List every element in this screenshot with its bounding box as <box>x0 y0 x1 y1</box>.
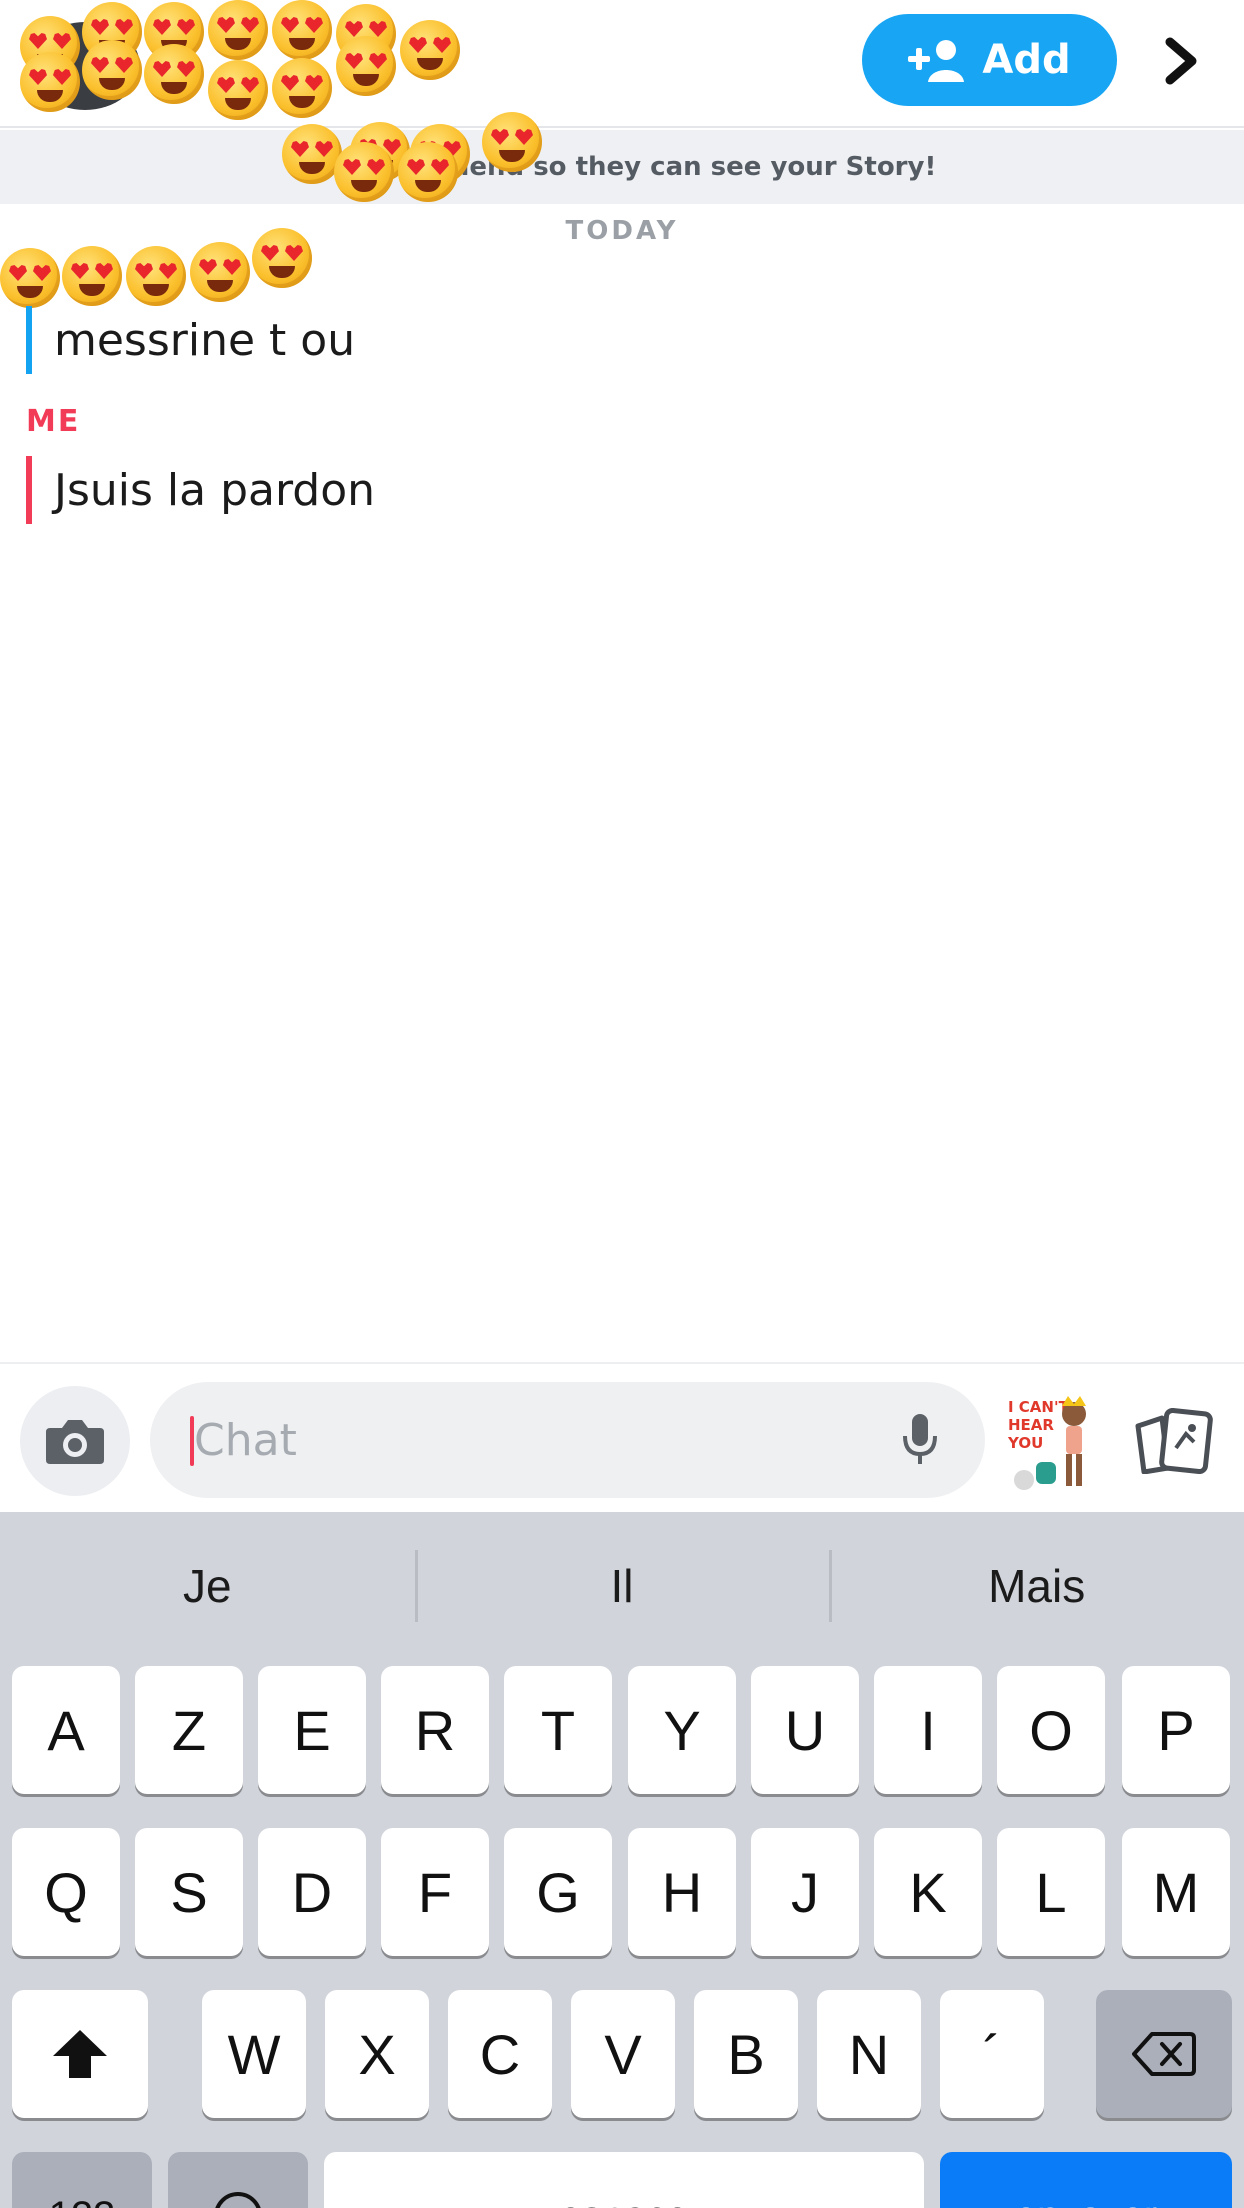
sender-label: ME <box>26 404 81 439</box>
key-k[interactable]: K <box>874 1828 982 1956</box>
heart-eyes-emoji-icon <box>252 228 312 288</box>
svg-text:I CAN'T: I CAN'T <box>1008 1398 1070 1416</box>
heart-eyes-emoji-icon <box>144 44 204 104</box>
key-a[interactable]: A <box>12 1666 120 1794</box>
key-b[interactable]: B <box>694 1990 798 2118</box>
key-q[interactable]: Q <box>12 1828 120 1956</box>
key-h[interactable]: H <box>628 1828 736 1956</box>
key-t[interactable]: T <box>504 1666 612 1794</box>
message-text: Jsuis la pardon <box>54 464 376 516</box>
key-u[interactable]: U <box>751 1666 859 1794</box>
key-m[interactable]: M <box>1122 1828 1230 1956</box>
emoji-overlay <box>270 112 570 202</box>
emoji-overlay <box>0 0 560 120</box>
add-button-label: Add <box>982 37 1071 83</box>
space-key[interactable]: espace <box>324 2152 924 2208</box>
microphone-icon[interactable] <box>900 1412 940 1468</box>
camera-button[interactable] <box>20 1386 130 1496</box>
heart-eyes-emoji-icon <box>482 112 542 172</box>
heart-eyes-emoji-icon <box>82 40 142 100</box>
key-i[interactable]: I <box>874 1666 982 1794</box>
key-c[interactable]: C <box>448 1990 552 2118</box>
add-friend-button[interactable]: Add <box>862 14 1117 106</box>
key-p[interactable]: P <box>1122 1666 1230 1794</box>
key-j[interactable]: J <box>751 1828 859 1956</box>
bitmoji-sticker[interactable]: I CAN'T HEAR YOU <box>1006 1392 1098 1494</box>
heart-eyes-emoji-icon <box>336 36 396 96</box>
key-accent[interactable]: ´ <box>940 1990 1044 2118</box>
key-g[interactable]: G <box>504 1828 612 1956</box>
key-d[interactable]: D <box>258 1828 366 1956</box>
backspace-key[interactable] <box>1096 1990 1232 2118</box>
message-text: messrine t ou <box>54 314 356 366</box>
add-friend-icon <box>908 40 965 82</box>
key-o[interactable]: O <box>997 1666 1105 1794</box>
suggestion-item[interactable]: Je <box>0 1512 415 1660</box>
heart-eyes-emoji-icon <box>272 58 332 118</box>
numbers-key[interactable]: 123 <box>12 2152 152 2208</box>
heart-eyes-emoji-icon <box>190 242 250 302</box>
heart-eyes-emoji-icon <box>282 124 342 184</box>
heart-eyes-emoji-icon <box>0 248 60 308</box>
send-key[interactable]: envoyer <box>940 2152 1232 2208</box>
keyboard: Je Il Mais A Z E R T Y U I O P Q S D F G… <box>0 1512 1244 2208</box>
key-y[interactable]: Y <box>628 1666 736 1794</box>
chat-input-bar: I CAN'T HEAR YOU <box>0 1362 1244 1512</box>
key-w[interactable]: W <box>202 1990 306 2118</box>
cards-icon[interactable] <box>1134 1408 1214 1474</box>
shift-key[interactable] <box>12 1990 148 2118</box>
key-x[interactable]: X <box>325 1990 429 2118</box>
suggestion-item[interactable]: Il <box>414 1512 830 1660</box>
key-r[interactable]: R <box>381 1666 489 1794</box>
emoji-key[interactable] <box>168 2152 308 2208</box>
svg-text:HEAR: HEAR <box>1008 1416 1054 1434</box>
backspace-icon <box>1132 2032 1196 2076</box>
heart-eyes-emoji-icon <box>208 60 268 120</box>
key-z[interactable]: Z <box>135 1666 243 1794</box>
emoji-icon <box>215 2192 261 2208</box>
key-v[interactable]: V <box>571 1990 675 2118</box>
heart-eyes-emoji-icon <box>208 0 268 60</box>
heart-eyes-emoji-icon <box>398 142 458 202</box>
suggestion-bar: Je Il Mais <box>0 1512 1244 1660</box>
heart-eyes-emoji-icon <box>62 246 122 306</box>
heart-eyes-emoji-icon <box>334 142 394 202</box>
chat-header: Add <box>0 0 1244 128</box>
emoji-overlay <box>0 228 330 308</box>
chat-input-container[interactable] <box>150 1382 985 1498</box>
story-banner[interactable]: as a friend so they can see your Story! <box>0 130 1244 204</box>
key-f[interactable]: F <box>381 1828 489 1956</box>
camera-icon <box>46 1420 104 1464</box>
suggestion-item[interactable]: Mais <box>829 1512 1244 1660</box>
message-bubble[interactable]: messrine t ou <box>26 306 355 374</box>
key-l[interactable]: L <box>997 1828 1105 1956</box>
key-s[interactable]: S <box>135 1828 243 1956</box>
svg-text:YOU: YOU <box>1007 1434 1043 1452</box>
message-bubble[interactable]: Jsuis la pardon <box>26 456 375 524</box>
heart-eyes-emoji-icon <box>126 246 186 306</box>
key-e[interactable]: E <box>258 1666 366 1794</box>
chat-input[interactable] <box>194 1400 834 1480</box>
heart-eyes-emoji-icon <box>272 0 332 60</box>
heart-eyes-emoji-icon <box>400 20 460 80</box>
key-n[interactable]: N <box>817 1990 921 2118</box>
shift-icon <box>53 2030 107 2078</box>
chevron-right-icon[interactable] <box>1160 36 1204 86</box>
heart-eyes-emoji-icon <box>20 52 80 112</box>
